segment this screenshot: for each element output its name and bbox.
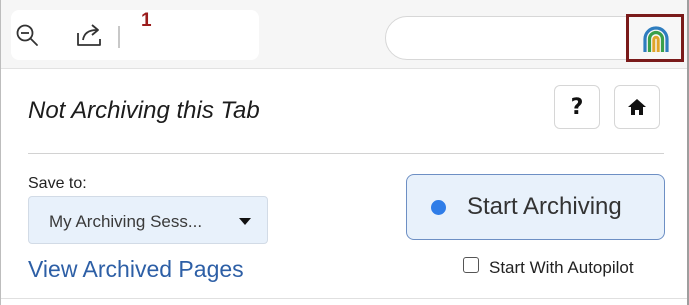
archive-arch-logo-icon — [643, 26, 669, 52]
toolbar-group — [11, 10, 259, 60]
extension-button[interactable] — [626, 14, 684, 62]
share-icon[interactable] — [75, 22, 105, 48]
start-archiving-label: Start Archiving — [467, 193, 622, 220]
browser-toolbar: 1 — [1, 0, 687, 69]
toolbar-separator — [118, 26, 120, 48]
save-to-label: Save to: — [28, 175, 87, 192]
annotation-number: 1 — [141, 10, 152, 31]
home-button[interactable] — [614, 85, 660, 129]
home-icon — [628, 99, 646, 115]
zoom-out-icon[interactable] — [15, 23, 39, 47]
autopilot-label: Start With Autopilot — [489, 258, 634, 277]
view-archived-pages-link[interactable]: View Archived Pages — [28, 256, 244, 283]
status-dot-icon — [431, 200, 446, 215]
start-archiving-button[interactable]: Start Archiving — [406, 174, 665, 240]
archiving-status-title: Not Archiving this Tab — [28, 97, 260, 124]
section-divider — [28, 153, 664, 154]
collection-select[interactable]: My Archiving Sess... — [28, 196, 268, 244]
autopilot-checkbox[interactable] — [463, 257, 479, 273]
bottom-divider — [1, 298, 687, 299]
collection-select-value: My Archiving Sess... — [49, 212, 203, 231]
chevron-down-icon — [239, 218, 251, 225]
help-button[interactable]: ? — [554, 85, 600, 129]
help-label: ? — [570, 94, 584, 120]
